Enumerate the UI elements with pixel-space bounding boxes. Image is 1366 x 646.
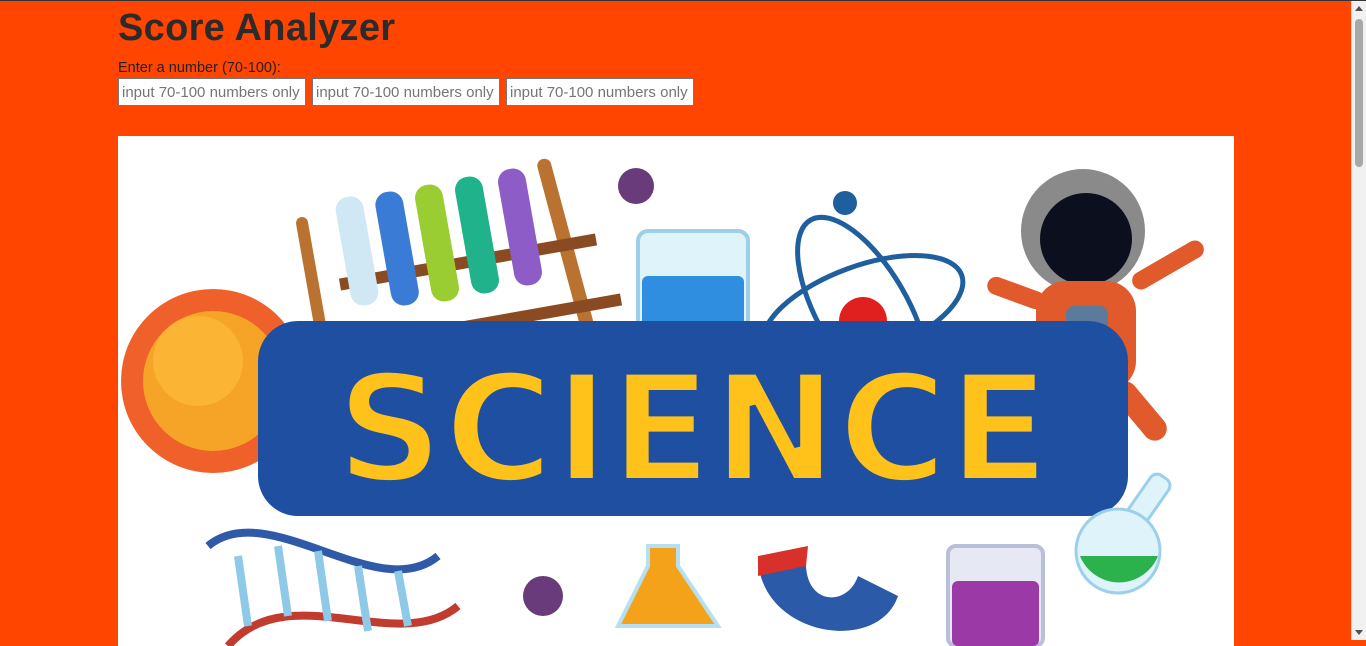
page-title: Score Analyzer (118, 7, 396, 49)
dna-icon (205, 528, 461, 646)
score-input-2[interactable] (312, 78, 500, 106)
magnet-icon (758, 546, 898, 631)
score-input-1[interactable] (118, 78, 306, 106)
science-banner-image: SCIENCE (118, 136, 1234, 646)
score-inputs (118, 78, 1234, 106)
flask-icon (614, 544, 722, 628)
score-input-3[interactable] (506, 78, 694, 106)
science-illustration: SCIENCE (121, 158, 1204, 646)
meteor-icon-small (523, 576, 563, 616)
meteor-icon (618, 168, 654, 204)
scrollbar-thumb[interactable] (1355, 19, 1363, 167)
science-title-graphic: SCIENCE (258, 321, 1128, 520)
scroll-up-icon[interactable] (1355, 6, 1363, 11)
purple-beaker-icon (946, 544, 1045, 646)
main-content: Score Analyzer Enter a number (70-100): (118, 5, 1234, 106)
page-scrollbar[interactable] (1351, 1, 1366, 640)
science-text: SCIENCE (336, 343, 1050, 517)
number-prompt-label: Enter a number (70-100): (118, 60, 281, 76)
scroll-down-icon[interactable] (1355, 630, 1363, 635)
